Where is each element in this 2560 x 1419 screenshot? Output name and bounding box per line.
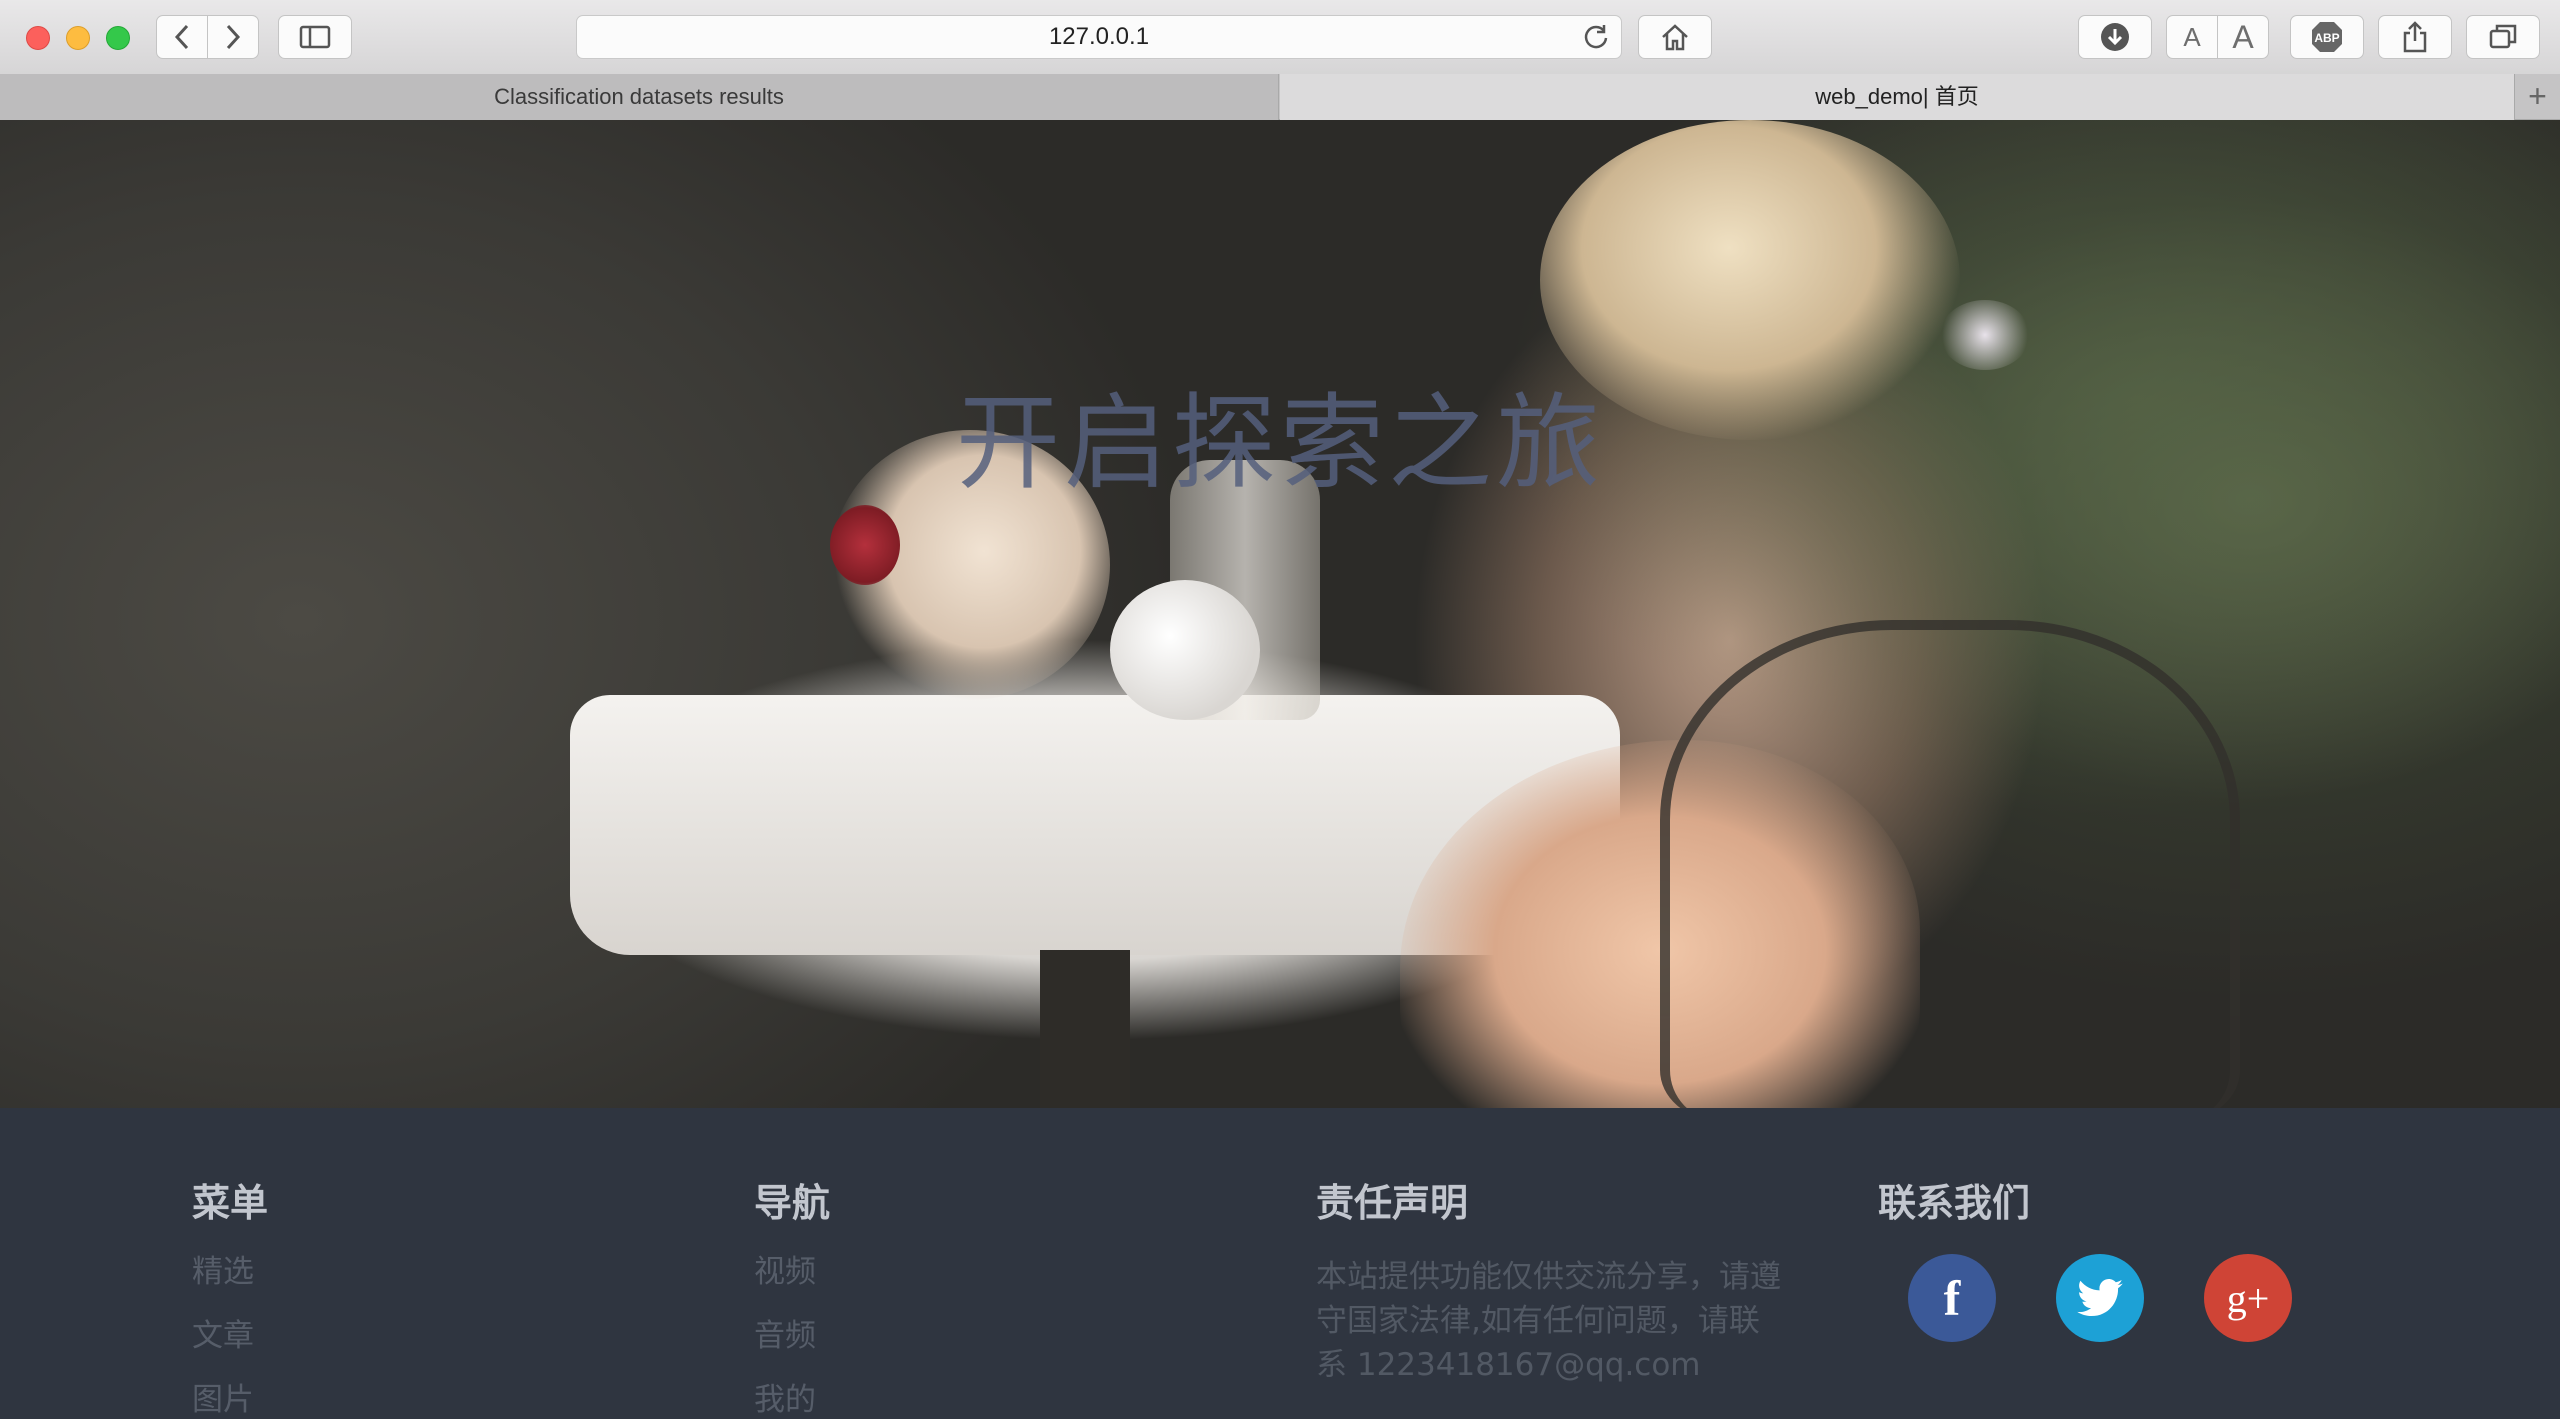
forward-button[interactable] bbox=[207, 15, 259, 59]
svg-text:ABP: ABP bbox=[2314, 31, 2339, 45]
home-icon bbox=[1662, 24, 1688, 51]
chair-shape bbox=[1660, 620, 2240, 1108]
twitter-icon bbox=[2077, 1279, 2123, 1317]
facebook-button[interactable]: f bbox=[1908, 1254, 1996, 1342]
chevron-left-icon bbox=[174, 24, 189, 50]
footer-nav-heading: 导航 bbox=[754, 1181, 831, 1225]
footer-link-featured[interactable]: 精选 bbox=[192, 1253, 268, 1291]
footer-contact-column: 联系我们 bbox=[1878, 1172, 2030, 1227]
text-larger-button[interactable]: A bbox=[2217, 15, 2269, 59]
tab-bar: Classification datasets results web_demo… bbox=[0, 74, 2560, 120]
footer-link-mine[interactable]: 我的 bbox=[754, 1381, 830, 1419]
hero-title: 开启探索之旅 bbox=[955, 382, 1604, 504]
twitter-button[interactable] bbox=[2056, 1254, 2144, 1342]
browser-toolbar: 127.0.0.1 A A ABP bbox=[0, 0, 2560, 75]
adblock-icon: ABP bbox=[2312, 22, 2342, 52]
footer-menu-heading: 菜单 bbox=[192, 1181, 269, 1225]
rose-shape bbox=[830, 505, 900, 585]
footer-link-audio[interactable]: 音频 bbox=[754, 1317, 830, 1355]
footer-link-images[interactable]: 图片 bbox=[192, 1381, 268, 1419]
tab-web-demo[interactable]: web_demo| 首页 bbox=[1280, 74, 2514, 120]
adblock-button[interactable]: ABP bbox=[2290, 15, 2364, 59]
footer-contact-heading: 联系我们 bbox=[1878, 1181, 2031, 1225]
downloads-button[interactable] bbox=[2078, 15, 2152, 59]
reload-icon[interactable] bbox=[1581, 22, 1611, 52]
footer-menu-column: 菜单 精选 文章 图片 bbox=[192, 1172, 268, 1419]
address-text[interactable]: 127.0.0.1 bbox=[577, 16, 1621, 58]
address-bar[interactable]: 127.0.0.1 bbox=[576, 15, 1622, 59]
hero-banner: 开启探索之旅 bbox=[0, 120, 2560, 1108]
facebook-icon: f bbox=[1943, 1270, 1961, 1326]
download-icon bbox=[2101, 23, 2129, 51]
show-tabs-button[interactable] bbox=[2466, 15, 2540, 59]
minimize-window-button[interactable] bbox=[66, 26, 90, 50]
back-button[interactable] bbox=[156, 15, 208, 59]
google-plus-icon: g+ bbox=[2226, 1275, 2270, 1321]
table-leg-shape bbox=[1040, 950, 1130, 1108]
site-footer: 菜单 精选 文章 图片 导航 视频 音频 我的 责任声明 本站提供功能仅供交流分… bbox=[0, 1108, 2560, 1418]
footer-link-articles[interactable]: 文章 bbox=[192, 1317, 268, 1355]
sidebar-icon bbox=[299, 25, 331, 49]
home-button[interactable] bbox=[1638, 15, 1712, 59]
footer-link-video[interactable]: 视频 bbox=[754, 1253, 830, 1291]
teapot-shape bbox=[1110, 580, 1260, 720]
tab-classification-datasets[interactable]: Classification datasets results bbox=[0, 74, 1279, 120]
text-larger-icon: A bbox=[2232, 18, 2254, 55]
share-button[interactable] bbox=[2378, 15, 2452, 59]
footer-disclaimer-column: 责任声明 本站提供功能仅供交流分享，请遵守国家法律,如有任何问题，请联系 122… bbox=[1316, 1172, 1786, 1387]
new-tab-button[interactable]: + bbox=[2514, 74, 2560, 120]
close-window-button[interactable] bbox=[26, 26, 50, 50]
chevron-right-icon bbox=[226, 24, 241, 50]
share-icon bbox=[2403, 21, 2427, 53]
google-plus-button[interactable]: g+ bbox=[2204, 1254, 2292, 1342]
text-smaller-button[interactable]: A bbox=[2166, 15, 2218, 59]
footer-disclaimer-text: 本站提供功能仅供交流分享，请遵守国家法律,如有任何问题，请联系 12234181… bbox=[1316, 1259, 1781, 1383]
footer-disclaimer-heading: 责任声明 bbox=[1316, 1181, 1469, 1225]
tabs-overview-icon bbox=[2489, 24, 2517, 49]
sidebar-toggle-button[interactable] bbox=[278, 15, 352, 59]
footer-nav-column: 导航 视频 音频 我的 bbox=[754, 1172, 830, 1419]
text-smaller-icon: A bbox=[2183, 21, 2201, 52]
zoom-window-button[interactable] bbox=[106, 26, 130, 50]
